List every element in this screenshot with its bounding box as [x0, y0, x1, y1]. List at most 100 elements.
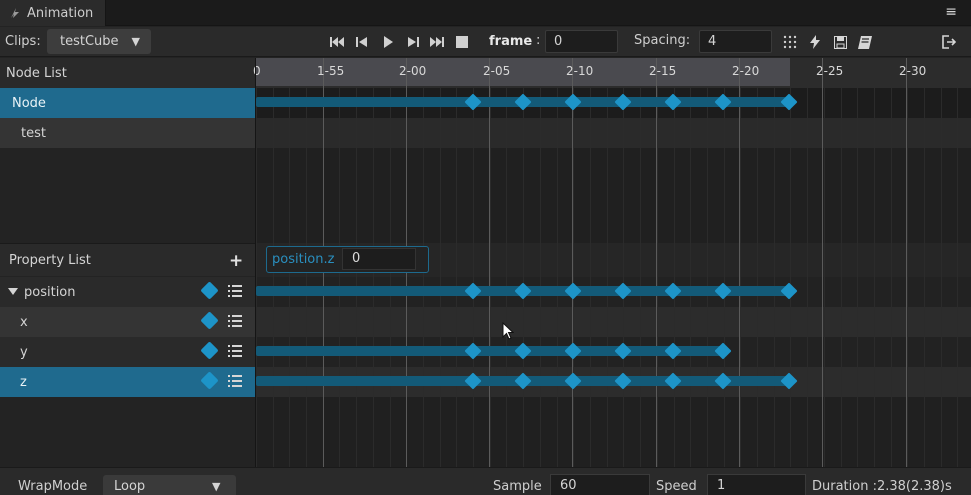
- node-list-item[interactable]: test: [0, 118, 255, 148]
- panel-divider[interactable]: [255, 58, 256, 468]
- grid-line-minor: [790, 88, 791, 467]
- cursor-icon: [502, 322, 514, 340]
- grid-line-minor: [623, 88, 624, 467]
- chevron-down-icon[interactable]: ▼: [212, 480, 220, 493]
- property-label: y: [20, 344, 28, 360]
- grid-line-minor: [423, 88, 424, 467]
- grid-line-minor: [573, 88, 574, 467]
- grid-line-minor: [907, 88, 908, 467]
- property-label: z: [20, 374, 27, 390]
- frame-input[interactable]: 0: [545, 30, 618, 53]
- property-label: position: [24, 284, 76, 300]
- chevron-down-icon: ▼: [131, 35, 140, 48]
- collapse-arrow-icon[interactable]: [8, 288, 18, 296]
- property-value-input[interactable]: 0: [342, 248, 416, 270]
- stop-icon[interactable]: [454, 34, 470, 50]
- spacing-input[interactable]: 4: [699, 30, 772, 53]
- node-list-item[interactable]: Node: [0, 88, 255, 118]
- grid-line-minor: [306, 88, 307, 467]
- grid-line-minor: [740, 88, 741, 467]
- tab-bar: [0, 0, 971, 26]
- frame-label: frame: [489, 34, 533, 49]
- ruler-tick-label: 2-15: [649, 64, 677, 78]
- node-list-empty-area: [0, 148, 255, 243]
- grid-line-minor: [440, 88, 441, 467]
- speed-label: Speed: [656, 479, 697, 494]
- grid-line-minor: [473, 88, 474, 467]
- book-icon[interactable]: [857, 34, 873, 50]
- save-icon[interactable]: [832, 34, 848, 50]
- clips-label: Clips:: [5, 34, 41, 49]
- duration-text: Duration :2.38(2.38)s: [812, 479, 952, 494]
- frame-colon: :: [536, 33, 541, 48]
- grid-line-minor: [273, 88, 274, 467]
- timeline-row: [256, 118, 971, 148]
- ruler-tick-label: 2-25: [816, 64, 844, 78]
- grid-line-minor: [289, 88, 290, 467]
- grid-line-minor: [373, 88, 374, 467]
- add-property-button[interactable]: +: [229, 251, 243, 271]
- tab-animation[interactable]: Animation: [0, 0, 106, 26]
- keyframe-icon[interactable]: [200, 371, 219, 390]
- grid-line-minor: [891, 88, 892, 467]
- first-frame-icon[interactable]: [329, 34, 345, 50]
- grid-line-minor: [824, 88, 825, 467]
- ruler-tick-label: 2-05: [483, 64, 511, 78]
- sample-label: Sample: [493, 479, 542, 494]
- grid-line-minor: [924, 88, 925, 467]
- property-list-header: Property List: [0, 243, 255, 276]
- animation-icon: [11, 8, 19, 18]
- list-icon[interactable]: [228, 315, 242, 327]
- grid-line-minor: [256, 88, 257, 467]
- grid-line-minor: [757, 88, 758, 467]
- grid-line-minor: [523, 88, 524, 467]
- grid-line-minor: [607, 88, 608, 467]
- grid-line-minor: [941, 88, 942, 467]
- ruler-tick-label: 1-55: [317, 64, 345, 78]
- list-icon[interactable]: [228, 285, 242, 297]
- next-frame-icon[interactable]: [404, 34, 420, 50]
- keyframe-icon[interactable]: [200, 341, 219, 360]
- exit-icon[interactable]: [941, 34, 957, 50]
- prev-frame-icon[interactable]: [354, 34, 370, 50]
- list-icon[interactable]: [228, 375, 242, 387]
- grid-line-minor: [540, 88, 541, 467]
- grid-line-minor: [506, 88, 507, 467]
- grid-line-minor: [724, 88, 725, 467]
- keyframe-track[interactable]: [256, 346, 723, 356]
- node-list-header: Node List: [0, 58, 255, 88]
- speed-input[interactable]: 1: [707, 474, 806, 495]
- list-icon[interactable]: [228, 345, 242, 357]
- grid-line-major: [739, 58, 740, 468]
- grid-line-minor: [674, 88, 675, 467]
- grid-line-minor: [857, 88, 858, 467]
- property-list-empty-area: [0, 397, 255, 467]
- clips-select[interactable]: testCube ▼: [47, 29, 151, 54]
- last-frame-icon[interactable]: [429, 34, 445, 50]
- keyframe-icon[interactable]: [200, 311, 219, 330]
- property-row-z[interactable]: z: [0, 367, 255, 397]
- grid-icon[interactable]: [782, 34, 798, 50]
- ruler-tick-label: 2-00: [399, 64, 427, 78]
- grid-line-minor: [339, 88, 340, 467]
- property-row-position[interactable]: position: [0, 277, 255, 307]
- spacing-label: Spacing:: [634, 33, 691, 48]
- timeline-row: [256, 307, 971, 337]
- grid-line-major: [822, 58, 823, 468]
- keyframe-icon[interactable]: [200, 281, 219, 300]
- grid-line-minor: [390, 88, 391, 467]
- event-icon[interactable]: [807, 34, 823, 50]
- grid-line-minor: [841, 88, 842, 467]
- grid-line-minor: [490, 88, 491, 467]
- grid-line-minor: [690, 88, 691, 467]
- property-row-y[interactable]: y: [0, 337, 255, 367]
- sample-input[interactable]: 60: [550, 474, 650, 495]
- property-row-x[interactable]: x: [0, 307, 255, 337]
- play-icon[interactable]: [380, 34, 396, 50]
- grid-line-minor: [640, 88, 641, 467]
- property-editor-label: position.z: [272, 252, 335, 267]
- grid-line-minor: [957, 88, 958, 467]
- grid-line-minor: [807, 88, 808, 467]
- grid-line-minor: [874, 88, 875, 467]
- menu-icon[interactable]: ≡: [945, 4, 957, 20]
